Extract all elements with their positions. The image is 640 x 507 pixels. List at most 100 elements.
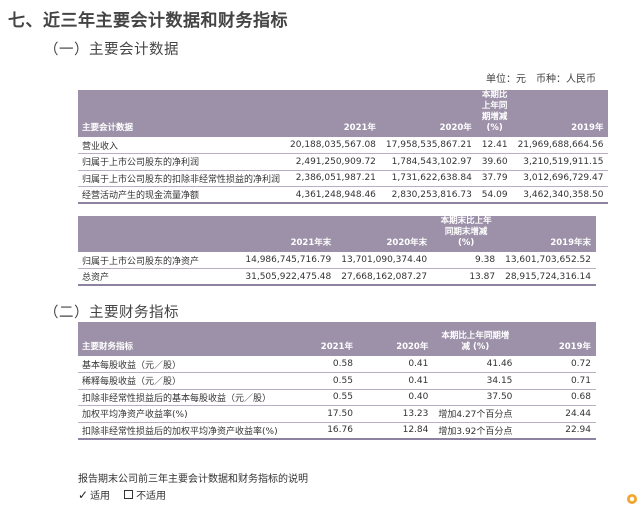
cell-value: 3,462,340,358.50 bbox=[523, 189, 604, 200]
table-row: 归属于上市公司股东的净利润 2,491,250,909.72 1,784,543… bbox=[78, 154, 609, 170]
cell-value: 0.41 bbox=[408, 359, 429, 369]
header-cell: 2020年 bbox=[396, 342, 429, 352]
table-row: 基本每股收益（元／股） 0.58 0.41 41.46 0.72 bbox=[78, 356, 596, 373]
table-row: 扣除非经常性损益后的基本每股收益（元／股） 0.55 0.40 37.50 0.… bbox=[78, 389, 596, 406]
cell-value: 37.79 bbox=[481, 173, 508, 184]
applicability-options: ✓ 适用 不适用 bbox=[78, 487, 180, 503]
subsection-title-financial-indicators: （二）主要财务指标 bbox=[44, 305, 179, 321]
cell-value: 21,969,688,664.56 bbox=[517, 140, 604, 150]
cell-value: 37.50 bbox=[486, 392, 513, 403]
cell-value: 0.58 bbox=[332, 359, 353, 369]
option-applicable[interactable]: ✓ 适用 bbox=[78, 487, 111, 503]
cell-value: 9.38 bbox=[475, 255, 496, 265]
cell-value: 1,784,543,102.97 bbox=[391, 156, 472, 167]
header-cell: 2019年 bbox=[571, 123, 604, 133]
cell-value: 1,731,622,638.84 bbox=[391, 173, 472, 184]
unit-label: 单位：元 bbox=[486, 74, 526, 85]
cell-value: 13.23 bbox=[402, 408, 429, 419]
header-cell: 2021年末 bbox=[290, 238, 332, 248]
cell-value: 31,505,922,475.48 bbox=[245, 271, 332, 282]
header-cell: 本期比上年同期增减 (%) bbox=[481, 90, 508, 133]
cell-value: 2,491,250,909.72 bbox=[295, 156, 376, 167]
header-cell: 2019年 bbox=[558, 342, 591, 352]
table-row: 经营活动产生的现金流量净额 4,361,248,948.46 2,830,253… bbox=[78, 187, 609, 203]
table-row: 加权平均净资产收益率(%) 17.50 13.23 增加4.27个百分点 24.… bbox=[78, 406, 596, 422]
cell-value: 14,986,745,716.79 bbox=[245, 255, 332, 265]
cell-value: 增加3.92个百分点 bbox=[438, 426, 513, 437]
header-cell: 本期比上年同期增减 (%) bbox=[441, 331, 510, 352]
cell-value: 13,701,090,374.40 bbox=[341, 255, 428, 265]
table-row: 营业收入 20,188,035,567.08 17,958,535,867.21… bbox=[78, 137, 609, 154]
row-label: 归属于上市公司股东的净资产 bbox=[82, 256, 200, 267]
cell-value: 41.46 bbox=[486, 359, 513, 369]
section-title: 七、近三年主要会计数据和财务指标 bbox=[8, 11, 288, 31]
table-row: 总资产 31,505,922,475.48 27,668,162,087.27 … bbox=[78, 269, 596, 285]
row-label: 基本每股收益（元／股） bbox=[82, 360, 182, 371]
table-row: 稀释每股收益（元／股） 0.55 0.41 34.15 0.71 bbox=[78, 373, 596, 389]
row-label: 加权平均净资产收益率(%) bbox=[82, 410, 188, 421]
table-accounting-data: 主要会计数据 2021年 2020年 本期比上年同期增减 (%) 2019年 营… bbox=[78, 90, 609, 204]
cell-value: 0.40 bbox=[408, 392, 429, 403]
row-label: 总资产 bbox=[82, 273, 110, 283]
table-row: 归属于上市公司股东的净资产 14,986,745,716.79 13,701,0… bbox=[78, 252, 596, 269]
table-header-row: 2021年末 2020年末 本期末比上年 同期末增减(%) 2019年末 bbox=[78, 216, 596, 252]
option-applicable-label: 适用 bbox=[90, 491, 111, 502]
currency-label: 币种：人民币 bbox=[536, 74, 596, 85]
cell-value: 39.60 bbox=[481, 156, 508, 167]
check-icon: ✓ bbox=[78, 487, 89, 502]
cell-value: 3,210,519,911.15 bbox=[523, 156, 604, 167]
header-cell bbox=[78, 216, 240, 252]
corner-logo-icon bbox=[627, 494, 637, 504]
cell-value: 20,188,035,567.08 bbox=[290, 140, 376, 150]
cell-value: 4,361,248,948.46 bbox=[295, 189, 376, 200]
explanation-note: 报告期末公司前三年主要会计数据和财务指标的说明 bbox=[78, 474, 308, 485]
row-label: 归属于上市公司股东的扣除非经常性损益的净利润 bbox=[82, 174, 281, 185]
cell-value: 增加4.27个百分点 bbox=[438, 410, 513, 421]
cell-value: 28,915,724,316.14 bbox=[505, 271, 591, 282]
cell-value: 17.50 bbox=[327, 408, 353, 419]
header-cell: 2021年 bbox=[320, 342, 353, 352]
cell-value: 12.84 bbox=[402, 425, 429, 435]
row-label: 扣除非经常性损益后的加权平均净资产收益率(%) bbox=[82, 426, 278, 437]
header-cell: 主要会计数据 bbox=[82, 123, 134, 133]
cell-value: 17,958,535,867.21 bbox=[385, 140, 472, 150]
cell-value: 3,012,696,729.47 bbox=[523, 173, 604, 184]
header-cell: 本期末比上年 同期末增减(%) bbox=[440, 216, 492, 248]
cell-value: 13,601,703,652.52 bbox=[505, 255, 591, 265]
table-row: 扣除非经常性损益后的加权平均净资产收益率(%) 16.76 12.84 增加3.… bbox=[78, 422, 596, 439]
row-label: 归属于上市公司股东的净利润 bbox=[82, 158, 200, 169]
row-label: 营业收入 bbox=[82, 141, 119, 152]
row-label: 稀释每股收益（元／股） bbox=[82, 377, 182, 388]
cell-value: 0.55 bbox=[332, 375, 353, 386]
row-label: 经营活动产生的现金流量净额 bbox=[82, 191, 200, 201]
header-cell: 主要财务指标 bbox=[82, 342, 134, 352]
header-cell: 2020年末 bbox=[386, 238, 428, 248]
table-header-row: 主要财务指标 2021年 2020年 本期比上年同期增减 (%) 2019年 bbox=[78, 322, 596, 356]
table-header-row: 主要会计数据 2021年 2020年 本期比上年同期增减 (%) 2019年 bbox=[78, 90, 609, 137]
header-cell: 2020年 bbox=[439, 123, 472, 133]
cell-value: 54.09 bbox=[481, 189, 508, 200]
cell-value: 13.87 bbox=[469, 271, 496, 282]
option-not-applicable[interactable]: 不适用 bbox=[124, 487, 166, 502]
header-cell: 2019年末 bbox=[550, 238, 591, 248]
unit-currency-line: 单位：元 币种：人民币 bbox=[476, 70, 596, 85]
subsection-title-accounting-data: （一）主要会计数据 bbox=[44, 42, 179, 58]
option-not-applicable-label: 不适用 bbox=[136, 491, 167, 502]
table-financial-indicators: 主要财务指标 2021年 2020年 本期比上年同期增减 (%) 2019年 基… bbox=[78, 322, 596, 440]
cell-value: 27,668,162,087.27 bbox=[341, 271, 428, 282]
cell-value: 22.94 bbox=[565, 425, 591, 435]
cell-value: 2,830,253,816.73 bbox=[391, 189, 472, 200]
cell-value: 0.72 bbox=[570, 359, 591, 369]
cell-value: 0.55 bbox=[332, 392, 353, 403]
table-row: 归属于上市公司股东的扣除非经常性损益的净利润 2,386,051,987.21 … bbox=[78, 170, 609, 187]
cell-value: 12.41 bbox=[481, 140, 508, 150]
cell-value: 0.71 bbox=[570, 375, 591, 386]
cell-value: 0.68 bbox=[570, 392, 591, 403]
row-label: 扣除非经常性损益后的基本每股收益（元／股） bbox=[82, 393, 272, 404]
table-balance-data: 2021年末 2020年末 本期末比上年 同期末增减(%) 2019年末 归属于… bbox=[78, 216, 596, 286]
cell-value: 0.41 bbox=[408, 375, 429, 386]
cell-value: 34.15 bbox=[486, 375, 513, 386]
cell-value: 24.44 bbox=[565, 408, 591, 419]
checkbox-empty-icon bbox=[124, 490, 134, 499]
header-cell: 2021年 bbox=[343, 123, 376, 133]
